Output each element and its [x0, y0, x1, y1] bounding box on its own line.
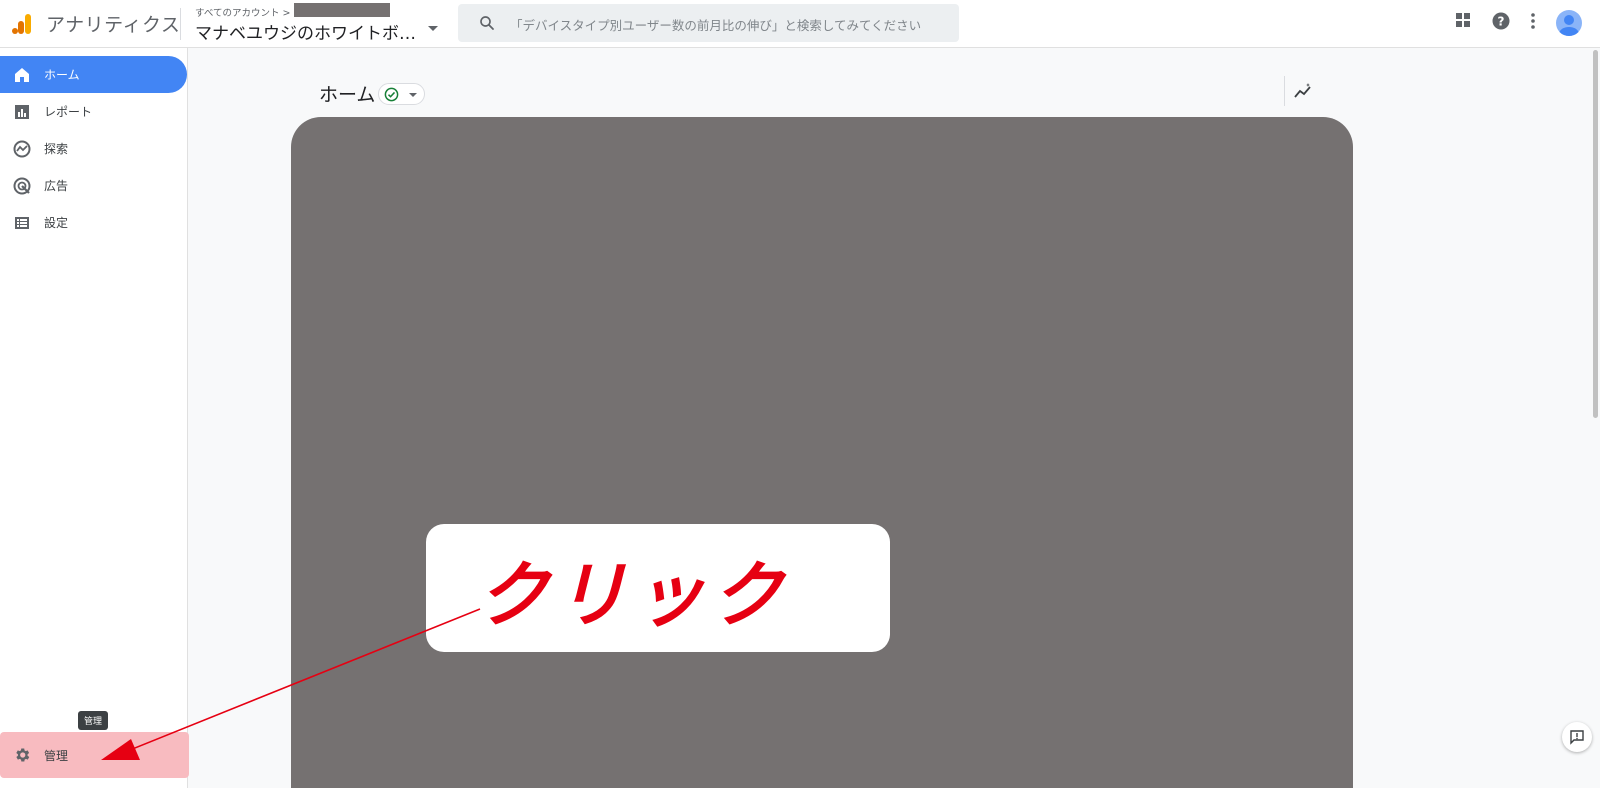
sidebar-item-label: 探索: [44, 142, 69, 156]
more-vert-icon[interactable]: [1530, 12, 1536, 30]
redacted-content-panel: [291, 117, 1353, 788]
sidebar-item-label: ホーム: [44, 68, 80, 82]
feedback-button[interactable]: [1562, 722, 1592, 752]
sidebar-item-label: 管理: [44, 748, 69, 763]
app-title: アナリティクス: [46, 14, 181, 36]
sidebar-item-label: 広告: [44, 179, 69, 193]
explore-icon: [13, 140, 31, 158]
account-selector[interactable]: マナベユウジのホワイトボ…: [195, 19, 416, 44]
search-placeholder: 「デバイスタイプ別ユーザー数の前月比の伸び」と検索してみてください: [510, 18, 922, 33]
sidebar-item-reports[interactable]: レポート: [0, 93, 187, 130]
insights-divider: [1284, 76, 1285, 106]
list-icon: [13, 214, 31, 232]
breadcrumb[interactable]: すべてのアカウント >: [195, 3, 391, 19]
breadcrumb-all-accounts[interactable]: すべてのアカウント >: [195, 5, 290, 19]
sidebar-item-label: レポート: [44, 105, 93, 119]
ads-target-icon: [13, 177, 31, 195]
avatar[interactable]: [1556, 10, 1582, 36]
page-title: ホーム: [319, 84, 376, 106]
sidebar-item-home[interactable]: ホーム: [0, 56, 187, 93]
sidebar: ホーム レポート 探索 広告 設定: [0, 48, 188, 788]
vertical-scrollbar[interactable]: [1593, 50, 1598, 418]
sidebar-item-admin[interactable]: 管理: [0, 732, 189, 778]
sidebar-item-ads[interactable]: 広告: [0, 167, 187, 204]
gear-icon: [13, 746, 31, 764]
svg-text:?: ?: [1498, 15, 1505, 29]
chevron-down-icon: [409, 93, 417, 97]
header-divider: [180, 8, 181, 40]
check-circle-icon: [384, 87, 399, 102]
help-icon[interactable]: ?: [1492, 12, 1510, 30]
sidebar-item-explore[interactable]: 探索: [0, 130, 187, 167]
insights-icon[interactable]: [1293, 82, 1313, 102]
sidebar-item-settings[interactable]: 設定: [0, 204, 187, 241]
search-input[interactable]: 「デバイスタイプ別ユーザー数の前月比の伸び」と検索してみてください: [458, 4, 959, 42]
top-app-bar: アナリティクス すべてのアカウント > マナベユウジのホワイトボ… 「デバイスタ…: [0, 0, 1600, 48]
bar-chart-icon: [13, 103, 31, 121]
search-icon: [480, 16, 494, 30]
redacted-account-id: [294, 3, 391, 17]
chevron-down-icon[interactable]: [428, 26, 438, 31]
analytics-logo-icon[interactable]: [10, 12, 34, 36]
admin-tooltip: 管理: [78, 711, 109, 730]
status-chip[interactable]: [378, 83, 425, 105]
callout-text: クリック: [476, 552, 789, 637]
sidebar-item-label: 設定: [44, 216, 69, 230]
apps-grid-icon[interactable]: [1455, 12, 1471, 28]
home-icon: [13, 66, 31, 84]
feedback-icon: [1570, 730, 1584, 745]
click-callout: クリック: [426, 524, 890, 652]
